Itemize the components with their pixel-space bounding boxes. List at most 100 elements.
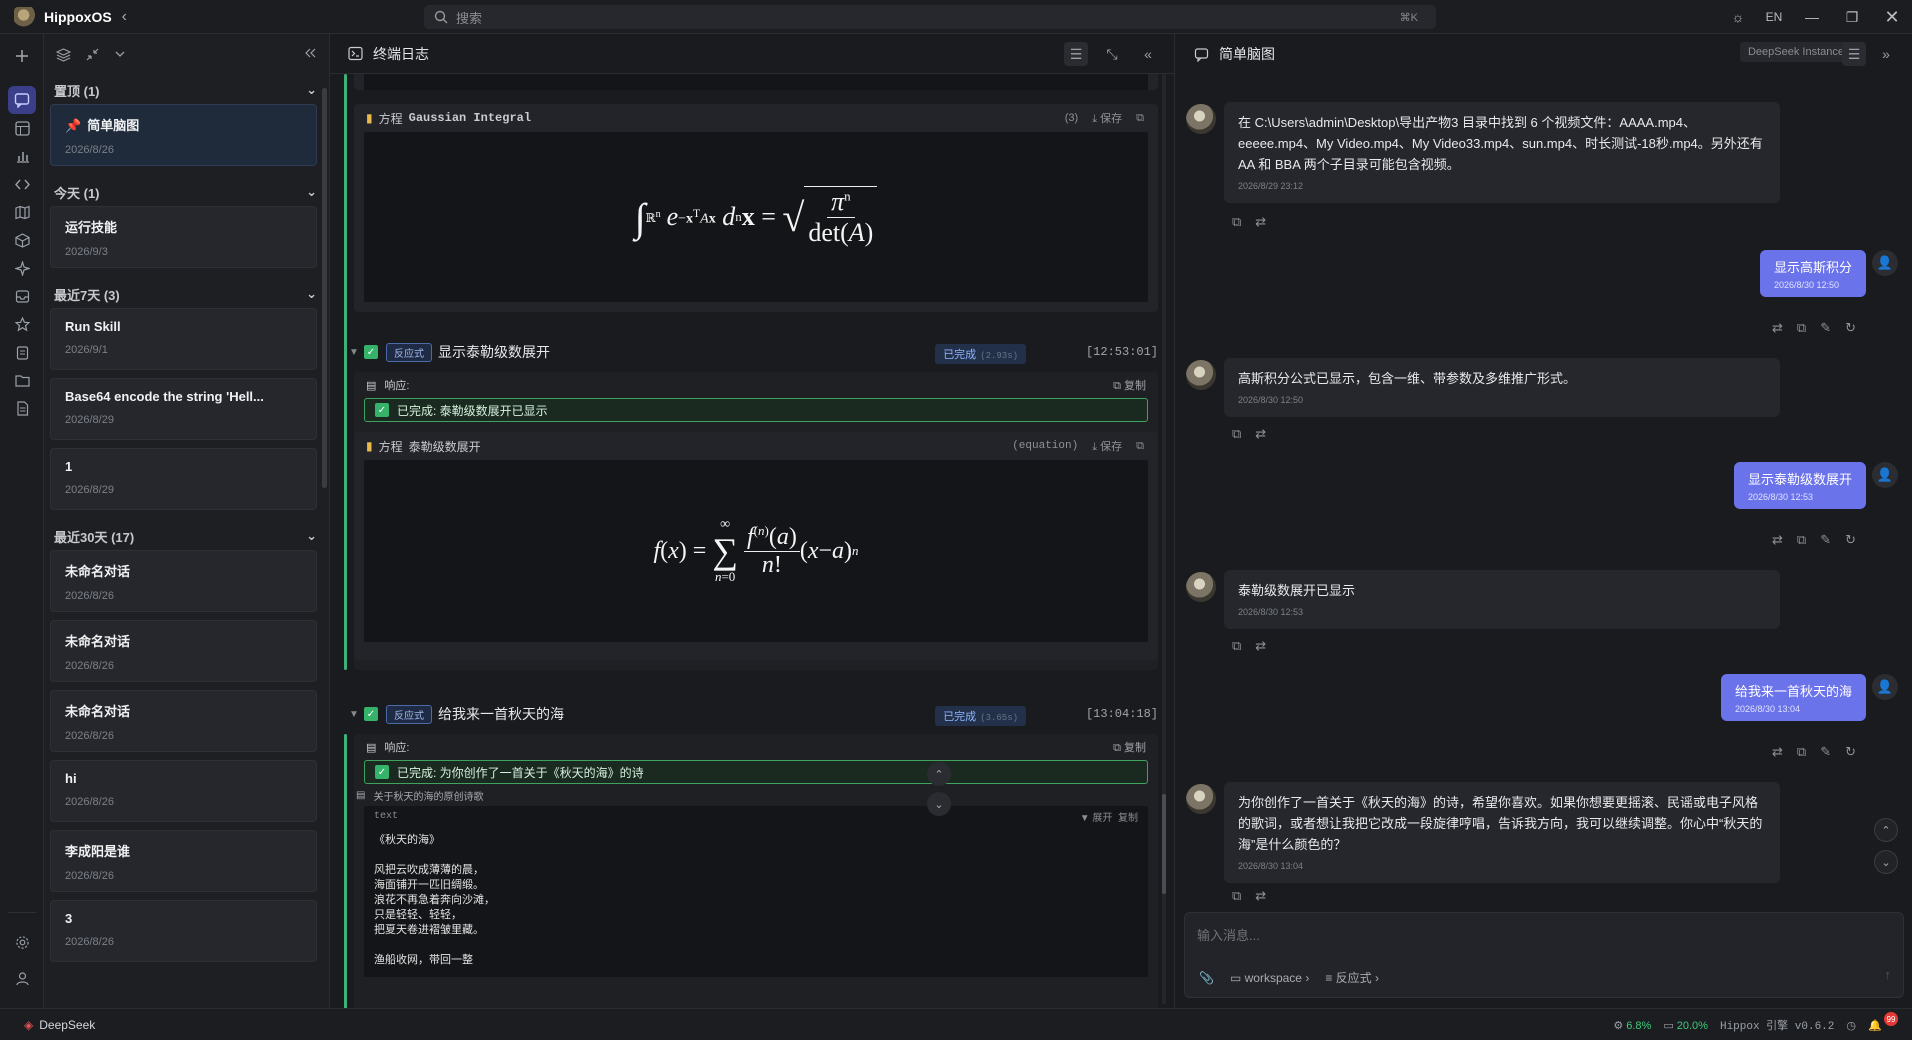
chart-icon[interactable] bbox=[8, 142, 36, 170]
chevron-down-icon[interactable] bbox=[114, 48, 126, 60]
share-icon[interactable]: ⇄ bbox=[1255, 888, 1266, 904]
sparkle-icon[interactable] bbox=[8, 254, 36, 282]
edit-icon[interactable]: ✎ bbox=[1820, 532, 1831, 548]
conversation-item[interactable]: Base64 encode the string 'Hell... 2026/8… bbox=[50, 378, 317, 440]
model-indicator[interactable]: ◈ DeepSeek bbox=[24, 1018, 95, 1032]
conversation-item[interactable]: 1 2026/8/29 bbox=[50, 448, 317, 510]
copy-code-button[interactable]: 复制 bbox=[1118, 813, 1138, 824]
scroll-up-icon[interactable]: ⌃ bbox=[927, 762, 951, 786]
share-icon[interactable]: ⇄ bbox=[1772, 744, 1783, 760]
copy-button[interactable]: ⧉ 复制 bbox=[1113, 739, 1146, 755]
task-row-taylor[interactable]: ▼ ✓ 反应式 显示泰勒级数展开 已完成 (2.93s) [12:53:01] bbox=[344, 336, 1174, 368]
copy-icon[interactable]: ⧉ bbox=[1797, 744, 1806, 760]
instance-badge[interactable]: DeepSeek Instance bbox=[1739, 42, 1852, 62]
share-icon[interactable]: ⇄ bbox=[1255, 638, 1266, 654]
group-header-7days[interactable]: 最近7天 (3) ⌄ bbox=[44, 280, 329, 308]
list-view-icon[interactable]: ☰ bbox=[1842, 42, 1866, 66]
scrollbar-thumb[interactable] bbox=[1162, 794, 1166, 894]
cube-icon[interactable] bbox=[8, 226, 36, 254]
list-view-icon[interactable]: ☰ bbox=[1064, 42, 1088, 66]
close-icon[interactable]: ✕ bbox=[1872, 7, 1912, 28]
scroll-down-icon[interactable]: ⌄ bbox=[927, 792, 951, 816]
response-header: ▤ 响应: ⧉ 复制 bbox=[354, 372, 1158, 398]
conversation-item[interactable]: hi 2026/8/26 bbox=[50, 760, 317, 822]
retry-icon[interactable]: ↻ bbox=[1845, 532, 1856, 548]
collapse-arrows-icon[interactable]: ⤡ bbox=[1100, 42, 1124, 66]
send-arrow-icon[interactable]: ↑ bbox=[1885, 967, 1892, 982]
edit-icon[interactable]: ✎ bbox=[1820, 744, 1831, 760]
edit-icon[interactable]: ✎ bbox=[1820, 320, 1831, 336]
caret-down-icon[interactable]: ▼ bbox=[344, 709, 364, 720]
copy-icon[interactable]: ⧉ bbox=[1136, 112, 1144, 125]
caret-down-icon[interactable]: ▼ bbox=[344, 347, 364, 358]
share-icon[interactable]: ⇄ bbox=[1255, 214, 1266, 230]
scroll-up-icon[interactable]: ⌃ bbox=[1874, 818, 1898, 842]
conversation-item[interactable]: 未命名对话 2026/8/26 bbox=[50, 550, 317, 612]
collapse-sidebar-icon[interactable] bbox=[303, 46, 317, 60]
copy-icon[interactable]: ⧉ bbox=[1797, 320, 1806, 336]
doc-icon: ▤ bbox=[366, 379, 377, 392]
conversation-item[interactable]: 李成阳是谁 2026/8/26 bbox=[50, 830, 317, 892]
group-header-today[interactable]: 今天 (1) ⌄ bbox=[44, 178, 329, 206]
minimize-icon[interactable]: — bbox=[1792, 9, 1832, 25]
conversation-item[interactable]: 3 2026/8/26 bbox=[50, 900, 317, 962]
star-icon[interactable] bbox=[8, 310, 36, 338]
terminal-scrollbar[interactable] bbox=[1162, 74, 1166, 1004]
grid-icon[interactable] bbox=[8, 114, 36, 142]
copy-icon[interactable]: ⧉ bbox=[1797, 532, 1806, 548]
task-row-poem[interactable]: ▼ ✓ 反应式 给我来一首秋天的海 已完成 (3.65s) [13:04:18] bbox=[344, 698, 1174, 730]
scroll-down-icon[interactable]: ⌄ bbox=[1874, 850, 1898, 874]
clipboard-icon[interactable] bbox=[8, 338, 36, 366]
workspace-selector[interactable]: ▭ workspace › bbox=[1230, 971, 1309, 985]
copy-icon[interactable]: ⧉ bbox=[1136, 440, 1144, 453]
share-icon[interactable]: ⇄ bbox=[1772, 532, 1783, 548]
sidebar-scrollbar[interactable] bbox=[322, 88, 327, 488]
save-button[interactable]: ⤓ 保存 bbox=[1092, 438, 1122, 454]
copy-button[interactable]: ⧉ 复制 bbox=[1113, 377, 1146, 393]
code-icon[interactable] bbox=[8, 170, 36, 198]
user-icon[interactable] bbox=[8, 964, 36, 992]
collapse-pane-icon[interactable]: » bbox=[1874, 42, 1898, 66]
card-name: Gaussian Integral bbox=[408, 111, 532, 125]
copy-icon[interactable]: ⧉ bbox=[1232, 214, 1241, 230]
chevron-left-icon[interactable]: ‹ bbox=[122, 8, 127, 26]
conversation-item[interactable]: Run Skill 2026/9/1 bbox=[50, 308, 317, 370]
conversation-item[interactable]: 📌 简单脑图 2026/8/26 bbox=[50, 104, 317, 166]
save-button[interactable]: ⤓ 保存 bbox=[1092, 110, 1122, 126]
copy-icon[interactable]: ⧉ bbox=[1232, 888, 1241, 904]
maximize-icon[interactable]: ❐ bbox=[1832, 9, 1872, 26]
layers-icon[interactable] bbox=[56, 47, 71, 62]
expand-button[interactable]: ▼ 展开 bbox=[1080, 813, 1113, 824]
retry-icon[interactable]: ↻ bbox=[1845, 320, 1856, 336]
theme-sun-icon[interactable]: ☼ bbox=[1720, 9, 1756, 25]
conversation-item[interactable]: 未命名对话 2026/8/26 bbox=[50, 690, 317, 752]
new-chat-plus-icon[interactable] bbox=[8, 42, 36, 70]
collapse-arrows-icon[interactable] bbox=[85, 47, 100, 62]
message-input[interactable]: 输入消息... bbox=[1197, 925, 1260, 944]
map-icon[interactable] bbox=[8, 198, 36, 226]
chat-icon[interactable] bbox=[8, 86, 36, 114]
status-metrics: ⚙ 6.8% ▭ 20.0% Hippox 引擎 v0.6.2 ◷ 🔔 bbox=[1613, 1017, 1892, 1034]
group-header-30days[interactable]: 最近30天 (17) ⌄ bbox=[44, 522, 329, 550]
message-composer[interactable]: 输入消息... 📎 ▭ workspace › ≡ 反应式 › ↑ bbox=[1184, 912, 1904, 998]
conversation-sidebar: 置顶 (1) ⌄ 📌 简单脑图 2026/8/26 今天 (1) ⌄ 运行技能 202… bbox=[44, 34, 330, 1008]
copy-icon[interactable]: ⧉ bbox=[1232, 426, 1241, 442]
attach-paperclip-icon[interactable]: 📎 bbox=[1199, 971, 1214, 985]
clock-icon[interactable]: ◷ bbox=[1846, 1019, 1856, 1032]
document-icon[interactable] bbox=[8, 394, 36, 422]
settings-gear-icon[interactable] bbox=[8, 928, 36, 956]
search-box[interactable]: 搜索 ⌘K bbox=[424, 5, 1436, 29]
conversation-item[interactable]: 运行技能 2026/9/3 bbox=[50, 206, 317, 268]
share-icon[interactable]: ⇄ bbox=[1255, 426, 1266, 442]
group-header-pinned[interactable]: 置顶 (1) ⌄ bbox=[44, 76, 329, 104]
collapse-pane-icon[interactable]: « bbox=[1136, 42, 1160, 66]
conversation-item[interactable]: 未命名对话 2026/8/26 bbox=[50, 620, 317, 682]
mode-selector[interactable]: ≡ 反应式 › bbox=[1325, 969, 1379, 986]
inbox-icon[interactable] bbox=[8, 282, 36, 310]
folder-icon[interactable] bbox=[8, 366, 36, 394]
copy-icon[interactable]: ⧉ bbox=[1232, 638, 1241, 654]
retry-icon[interactable]: ↻ bbox=[1845, 744, 1856, 760]
share-icon[interactable]: ⇄ bbox=[1772, 320, 1783, 336]
language-toggle[interactable]: EN bbox=[1756, 10, 1792, 24]
conversation-title: 运行技能 bbox=[65, 220, 118, 235]
